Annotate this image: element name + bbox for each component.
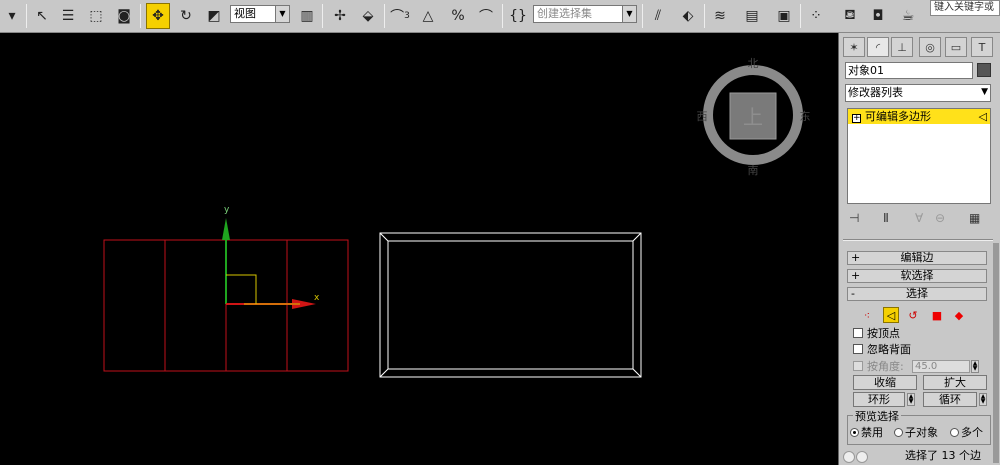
remove-modifier-icon[interactable]: ⊖ xyxy=(935,211,945,225)
angle-value-field[interactable]: 45.0 xyxy=(912,360,970,373)
preview-multi-radio[interactable]: 多个 xyxy=(950,426,983,439)
by-vertex-checkbox[interactable]: 按顶点 xyxy=(853,327,900,340)
curve-editor-icon[interactable]: ▣ xyxy=(772,3,796,29)
element-icon[interactable]: ◆ xyxy=(951,307,967,323)
select-manipulate-icon[interactable]: ✢ xyxy=(328,3,352,29)
viewcube-east: 东 xyxy=(800,110,811,123)
stack-toolbar: ⊣ Ⅱ ∀ ⊖ ▦ xyxy=(847,211,991,229)
reference-coordinate-dropdown[interactable]: 视图 ▼ xyxy=(230,5,290,23)
move-icon[interactable]: ✥ xyxy=(146,3,170,29)
move-gizmo[interactable]: y x xyxy=(222,205,320,309)
mirror-icon[interactable]: ⫽ xyxy=(646,3,670,29)
select-by-name-icon[interactable]: ☰ xyxy=(56,3,80,29)
snap-toggle-icon[interactable]: ⌒ 3 xyxy=(388,3,412,29)
chevron-down-icon: ▼ xyxy=(275,6,289,22)
pivot-center-icon[interactable]: ▥ xyxy=(295,3,319,29)
graphite-tools-icon[interactable]: ▤ xyxy=(740,3,764,29)
ignore-backfacing-checkbox[interactable]: 忽略背面 xyxy=(853,343,911,356)
layer-manager-icon[interactable]: ≋ xyxy=(708,3,732,29)
rollup-selection[interactable]: - 选择 xyxy=(847,287,987,301)
edge-subobject-icon: ◁ xyxy=(978,110,987,123)
align-icon[interactable]: ⬖ xyxy=(676,3,700,29)
vertex-icon[interactable]: ⁖ xyxy=(859,307,875,323)
object-name-field[interactable]: 对象01 xyxy=(845,62,973,79)
window-crossing-icon[interactable]: ◙ xyxy=(112,3,136,29)
scale-icon[interactable]: ◩ xyxy=(202,3,226,29)
ring-spinner[interactable]: ▲ ▼ xyxy=(907,393,915,406)
grow-button[interactable]: 扩大 xyxy=(923,375,987,390)
search-input[interactable]: 键入关键字或 xyxy=(930,0,1000,16)
loop-button[interactable]: 循环 xyxy=(923,392,977,407)
border-icon[interactable]: ↺ xyxy=(905,307,921,323)
rollup-soft-selection[interactable]: + 软选择 xyxy=(847,269,987,283)
hierarchy-tab-icon[interactable]: ⊥ xyxy=(891,37,913,57)
named-selection-set-dropdown[interactable]: 创建选择集 ▼ xyxy=(533,5,637,23)
render-production-icon[interactable]: ☕ xyxy=(896,3,920,29)
rollup-edit-edges[interactable]: + 编辑边 xyxy=(847,251,987,265)
preview-selection-group: 预览选择 禁用 子对象 多个 xyxy=(847,408,991,445)
render-setup-icon[interactable]: ⛾ xyxy=(838,3,862,29)
teapot-icons xyxy=(843,451,873,465)
show-end-result-icon[interactable]: Ⅱ xyxy=(883,211,889,225)
viewcube-north: 北 xyxy=(748,57,759,70)
subobject-icons: ⁖ ◁ ↺ ■ ◆ xyxy=(859,307,979,323)
command-panel: ✶ ◜ ⊥ ◎ ▭ T 对象01 修改器列表 ▼ + 可编辑多边形 ◁ ⊣ Ⅱ ∀… xyxy=(838,33,1000,465)
gizmo-x-label: x xyxy=(314,293,320,303)
rectangular-region-icon[interactable]: ⬚ xyxy=(84,3,108,29)
rotate-icon[interactable]: ↻ xyxy=(174,3,198,29)
modifier-stack: + 可编辑多边形 ◁ xyxy=(847,108,991,204)
make-unique-icon[interactable]: ∀ xyxy=(915,211,923,225)
viewport-canvas: y x 上 北 南 西 东 xyxy=(103,57,811,378)
display-tab-icon[interactable]: ▭ xyxy=(945,37,967,57)
material-editor-icon[interactable]: ⁘ xyxy=(804,3,828,29)
viewcube-south: 南 xyxy=(748,164,759,177)
ring-button[interactable]: 环形 xyxy=(853,392,905,407)
angle-spinner[interactable]: ▲ ▼ xyxy=(971,360,979,373)
preview-disabled-radio[interactable]: 禁用 xyxy=(850,426,883,439)
preview-subobject-radio[interactable]: 子对象 xyxy=(894,426,938,439)
create-tab-icon[interactable]: ✶ xyxy=(843,37,865,57)
chevron-down-icon: ▼ xyxy=(981,87,988,97)
shrink-button[interactable]: 收缩 xyxy=(853,375,917,390)
modifier-list-dropdown[interactable]: 修改器列表 ▼ xyxy=(845,84,991,102)
rendered-frame-window-icon[interactable]: ◘ xyxy=(866,3,890,29)
chevron-down-icon: ▼ xyxy=(622,6,636,22)
loop-spinner[interactable]: ▲ ▼ xyxy=(979,393,987,406)
modify-tab-icon[interactable]: ◜ xyxy=(867,37,889,57)
dropdown-arrow-icon[interactable]: ▾ xyxy=(2,3,22,29)
select-pointer-icon[interactable]: ↖ xyxy=(30,3,54,29)
object-color-swatch[interactable] xyxy=(977,63,991,77)
spinner-snap-icon[interactable]: ⌒ xyxy=(474,3,498,29)
main-toolbar: ▾ ↖ ☰ ⬚ ◙ ✥ ↻ ◩ 视图 ▼ ▥ ✢ ⬙ ⌒ 3 △ % ⌒ {} 创… xyxy=(0,0,1000,33)
utilities-tab-icon[interactable]: T xyxy=(971,37,993,57)
viewcube-top-face: 上 xyxy=(743,105,763,129)
selection-status: 选择了 13 个边 xyxy=(905,449,981,462)
keyboard-shortcut-icon[interactable]: ⬙ xyxy=(356,3,380,29)
panel-scrollbar[interactable] xyxy=(993,243,999,463)
percent-snap-icon[interactable]: % xyxy=(446,3,470,29)
viewcube[interactable]: 上 北 南 西 东 xyxy=(697,57,811,177)
by-angle-checkbox[interactable]: 按角度: xyxy=(853,360,904,373)
polygon-icon[interactable]: ■ xyxy=(929,307,945,323)
expand-icon[interactable]: + xyxy=(852,114,861,123)
motion-tab-icon[interactable]: ◎ xyxy=(919,37,941,57)
stack-item-editable-poly[interactable]: + 可编辑多边形 ◁ xyxy=(848,109,990,124)
viewcube-west: 西 xyxy=(697,110,708,123)
frame-object[interactable] xyxy=(379,232,642,378)
pin-stack-icon[interactable]: ⊣ xyxy=(849,211,859,225)
edit-named-selection-icon[interactable]: {} xyxy=(506,3,530,29)
top-viewport[interactable]: y x 上 北 南 西 东 xyxy=(0,34,838,465)
edge-icon[interactable]: ◁ xyxy=(883,307,899,323)
gizmo-y-label: y xyxy=(224,205,230,215)
angle-snap-icon[interactable]: △ xyxy=(416,3,440,29)
configure-modifier-sets-icon[interactable]: ▦ xyxy=(969,211,980,225)
